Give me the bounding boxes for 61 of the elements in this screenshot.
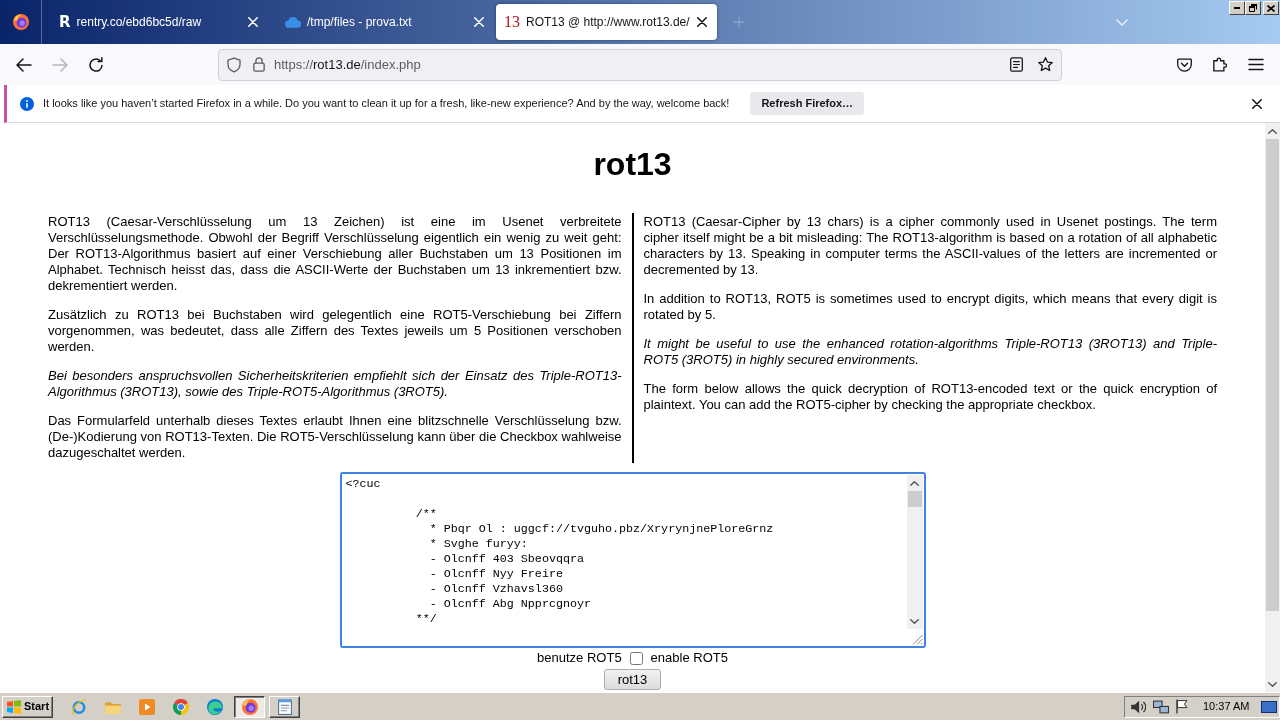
restore-icon [1249,4,1257,12]
scroll-thumb[interactable] [907,491,922,507]
paragraph: ROT13 (Caesar-Cipher by 13 chars) is a cipher commonly used in Usenet postings. The term cipher itself might be a bit misleading: The ROT13-algorithm is based on a rotation of all alphabetic characters by 13. Speaking in computer terms the ASCII-values of the letters are incremented or decremented by 13. [643,214,1217,278]
reload-icon[interactable] [88,56,104,73]
cloud-icon [285,16,301,28]
browser-tab[interactable]: /tmp/files - prova.txt [268,4,494,40]
lock-icon[interactable] [253,57,265,72]
notification-message: It looks like you haven’t started Firefox in a while. Do you want to clean it up for a fresh, like-new experience? And by the way, welcome back! [43,96,730,112]
reader-view-icon[interactable] [1010,57,1023,72]
paragraph: ROT13 (Caesar-Verschlüsselung um 13 Zeichen) ist eine im Usenet verbreitete Verschlüsselungsmethode. Obwohl der Begriff Verschlüsselung eigentlich ein wenig zu weit geht: Der ROT13-Algorithmus basiert auf einer Verschiebung aller Buchstaben um 13 Positionen im Alphabet. Technisch heisst das, dass die ASCII-Werte der Buchstaben um 13 inkrementiert bzw. dekrementiert werden. [48,214,622,294]
close-icon[interactable] [1252,98,1262,109]
info-icon [20,96,34,111]
browser-icon[interactable] [12,14,29,30]
browser-icon [241,698,258,715]
submit-button[interactable]: rot13 [604,669,661,690]
scroll-up-icon[interactable] [1268,128,1277,134]
paragraph: In addition to ROT13, ROT5 is sometimes used to encrypt digits, which means that every digit is rotated by 5. [643,291,1217,323]
browser-tab[interactable]: 13 ROT13 @ http://www.rot13.de/ [496,4,717,40]
scroll-up-icon[interactable] [910,480,919,486]
minimize-button[interactable] [1229,1,1245,15]
scroll-down-icon[interactable] [1268,681,1277,687]
star-icon[interactable] [1038,57,1053,72]
network-icon[interactable] [1153,699,1169,714]
menu-icon[interactable] [1248,58,1264,71]
scroll-thumb[interactable] [1266,139,1279,611]
scroll-down-icon[interactable] [910,618,919,624]
refresh-button[interactable]: Refresh Firefox… [750,92,865,115]
page-title: rot13 [592,146,673,183]
flag-icon[interactable] [1176,699,1188,714]
browser-tab[interactable]: R rentry.co/ebd6bc5d/raw [42,4,268,40]
checkbox-label: enable ROT5 [650,649,728,668]
text-area[interactable]: <?cuc /** * Pbqr Ol : uggcf://tvguho.pbz/XryrynjnePloreGrnz * Svghe furyy: - Olcnff 403 Sbeovqqra - Olcnff Nyy Freire - Olcnff Vzhavsl360 - Olcnff Abg Npprcgnoyr **/ [339,472,926,648]
paragraph: Das Formularfeld unterhalb dieses Textes erlaubt Ihnen eine blitzschnelle Verschlüsselung bzw. (De-)Kodierung von ROT13-Texten. Die ROT5-Verschlüsselung kann über die Checkbox wahlweise dazugeschaltet werden. [48,413,622,461]
checkbox[interactable] [629,651,643,665]
taskbar-button[interactable] [234,695,265,718]
speaker-icon[interactable] [1130,699,1146,714]
minimize-icon [1234,7,1240,9]
logo-letter: R [59,14,71,30]
address-bar[interactable]: https://rot13.de/index.php [218,48,1062,81]
start-button[interactable]: Start [2,695,53,718]
clock: 10:37 AM [1203,699,1250,715]
checkbox-label: benutze ROT5 [537,649,622,668]
show-desktop-icon[interactable] [1261,700,1277,713]
paragraph: Zusätzlich zu ROT13 bei Buchstaben wird gelegentlich eine ROT5-Verschiebung bei Ziffern vorgenommen, was bedeutet, dass alle Ziffern des Textes jeweils um 5 Positionen verschoben werden. [48,307,622,355]
paragraph: The form below allows the quick decryption of ROT13-encoded text or the quick encryption of plaintext. You can add the ROT5-cipher by checking the appropriate checkbox. [643,381,1217,413]
textarea-scrollbar[interactable] [906,475,923,645]
restore-button[interactable] [1245,1,1261,15]
notepad-icon[interactable] [277,698,292,715]
windows-flag-icon [6,698,22,715]
paragraph: It might be useful to use the enhanced rotation-algorithms Triple-ROT13 (3ROT13) and Triple-ROT5 (3ROT5) in highly secured environments. [643,336,1217,368]
close-icon [1267,4,1275,12]
back-arrow-icon[interactable] [16,57,32,72]
logo-text: 13 [504,14,520,30]
shield-icon[interactable] [227,56,241,73]
close-button[interactable] [1263,1,1279,15]
close-icon[interactable] [697,17,707,27]
pocket-icon[interactable] [1176,57,1192,72]
page-scrollbar[interactable] [1265,123,1280,692]
resize-grip-icon[interactable] [911,634,923,645]
puzzle-icon[interactable] [1213,57,1227,72]
paragraph: Bei besonders anspruchsvollen Sicherheitskriterien empfiehlt sich der Einsatz des Triple-ROT13-Algorithmus (3ROT13), sowie des Triple-ROT5-Algorithmus (3ROT5). [48,368,622,400]
